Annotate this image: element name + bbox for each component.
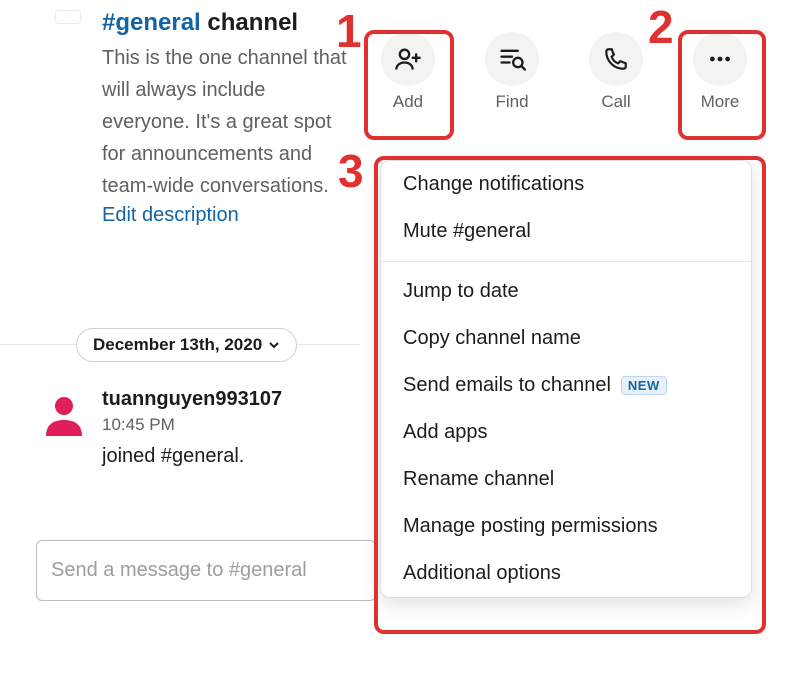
menu-item-label: Send emails to channel: [403, 374, 611, 397]
menu-item-label: Jump to date: [403, 280, 519, 303]
more-menu: Change notifications Mute #general Jump …: [380, 160, 752, 598]
find-button[interactable]: Find: [474, 32, 550, 112]
channel-name-link[interactable]: #general: [102, 9, 201, 36]
composer-placeholder: Send a message to #general: [51, 559, 307, 581]
call-label: Call: [578, 92, 654, 112]
menu-send-emails[interactable]: Send emails to channel NEW: [381, 362, 751, 409]
menu-item-label: Manage posting permissions: [403, 515, 658, 538]
message-composer[interactable]: Send a message to #general: [36, 540, 376, 601]
channel-title: #general channel: [102, 8, 352, 38]
menu-copy-channel-name[interactable]: Copy channel name: [381, 315, 751, 362]
menu-mute-channel[interactable]: Mute #general: [381, 208, 751, 255]
add-button[interactable]: Add: [370, 32, 446, 112]
new-badge: NEW: [621, 376, 667, 395]
menu-separator: [381, 261, 751, 262]
channel-description: This is the one channel that will always…: [102, 42, 352, 202]
more-button[interactable]: More: [682, 32, 758, 112]
menu-additional-options[interactable]: Additional options: [381, 550, 751, 597]
more-dots-icon: [693, 32, 747, 86]
menu-rename-channel[interactable]: Rename channel: [381, 456, 751, 503]
message-timestamp: 10:45 PM: [102, 415, 282, 435]
message-row: tuannguyen993107 10:45 PM joined #genera…: [40, 388, 282, 468]
menu-jump-to-date[interactable]: Jump to date: [381, 268, 751, 315]
menu-manage-posting[interactable]: Manage posting permissions: [381, 503, 751, 550]
add-person-icon: [381, 32, 435, 86]
message-username[interactable]: tuannguyen993107: [102, 388, 282, 411]
phone-icon: [589, 32, 643, 86]
message-body: tuannguyen993107 10:45 PM joined #genera…: [102, 388, 282, 468]
channel-header: #general channel This is the one channel…: [42, 8, 352, 227]
channel-actions-row: Add Find Call More: [370, 32, 758, 112]
find-label: Find: [474, 92, 550, 112]
menu-change-notifications[interactable]: Change notifications: [381, 161, 751, 208]
avatar[interactable]: [40, 388, 88, 436]
date-label: December 13th, 2020: [93, 335, 262, 355]
chevron-down-icon: [268, 339, 280, 351]
menu-item-label: Copy channel name: [403, 327, 581, 350]
menu-item-label: Additional options: [403, 562, 561, 585]
edit-description-link[interactable]: Edit description: [102, 204, 239, 227]
menu-item-label: Add apps: [403, 421, 488, 444]
find-list-icon: [485, 32, 539, 86]
add-label: Add: [370, 92, 446, 112]
date-divider-pill[interactable]: December 13th, 2020: [76, 328, 297, 362]
menu-add-apps[interactable]: Add apps: [381, 409, 751, 456]
menu-item-label: Change notifications: [403, 173, 584, 196]
channel-title-suffix: channel: [207, 9, 298, 36]
menu-item-label: Rename channel: [403, 468, 554, 491]
menu-item-label: Mute #general: [403, 220, 531, 243]
more-label: More: [682, 92, 758, 112]
message-text: joined #general.: [102, 445, 282, 468]
call-button[interactable]: Call: [578, 32, 654, 112]
